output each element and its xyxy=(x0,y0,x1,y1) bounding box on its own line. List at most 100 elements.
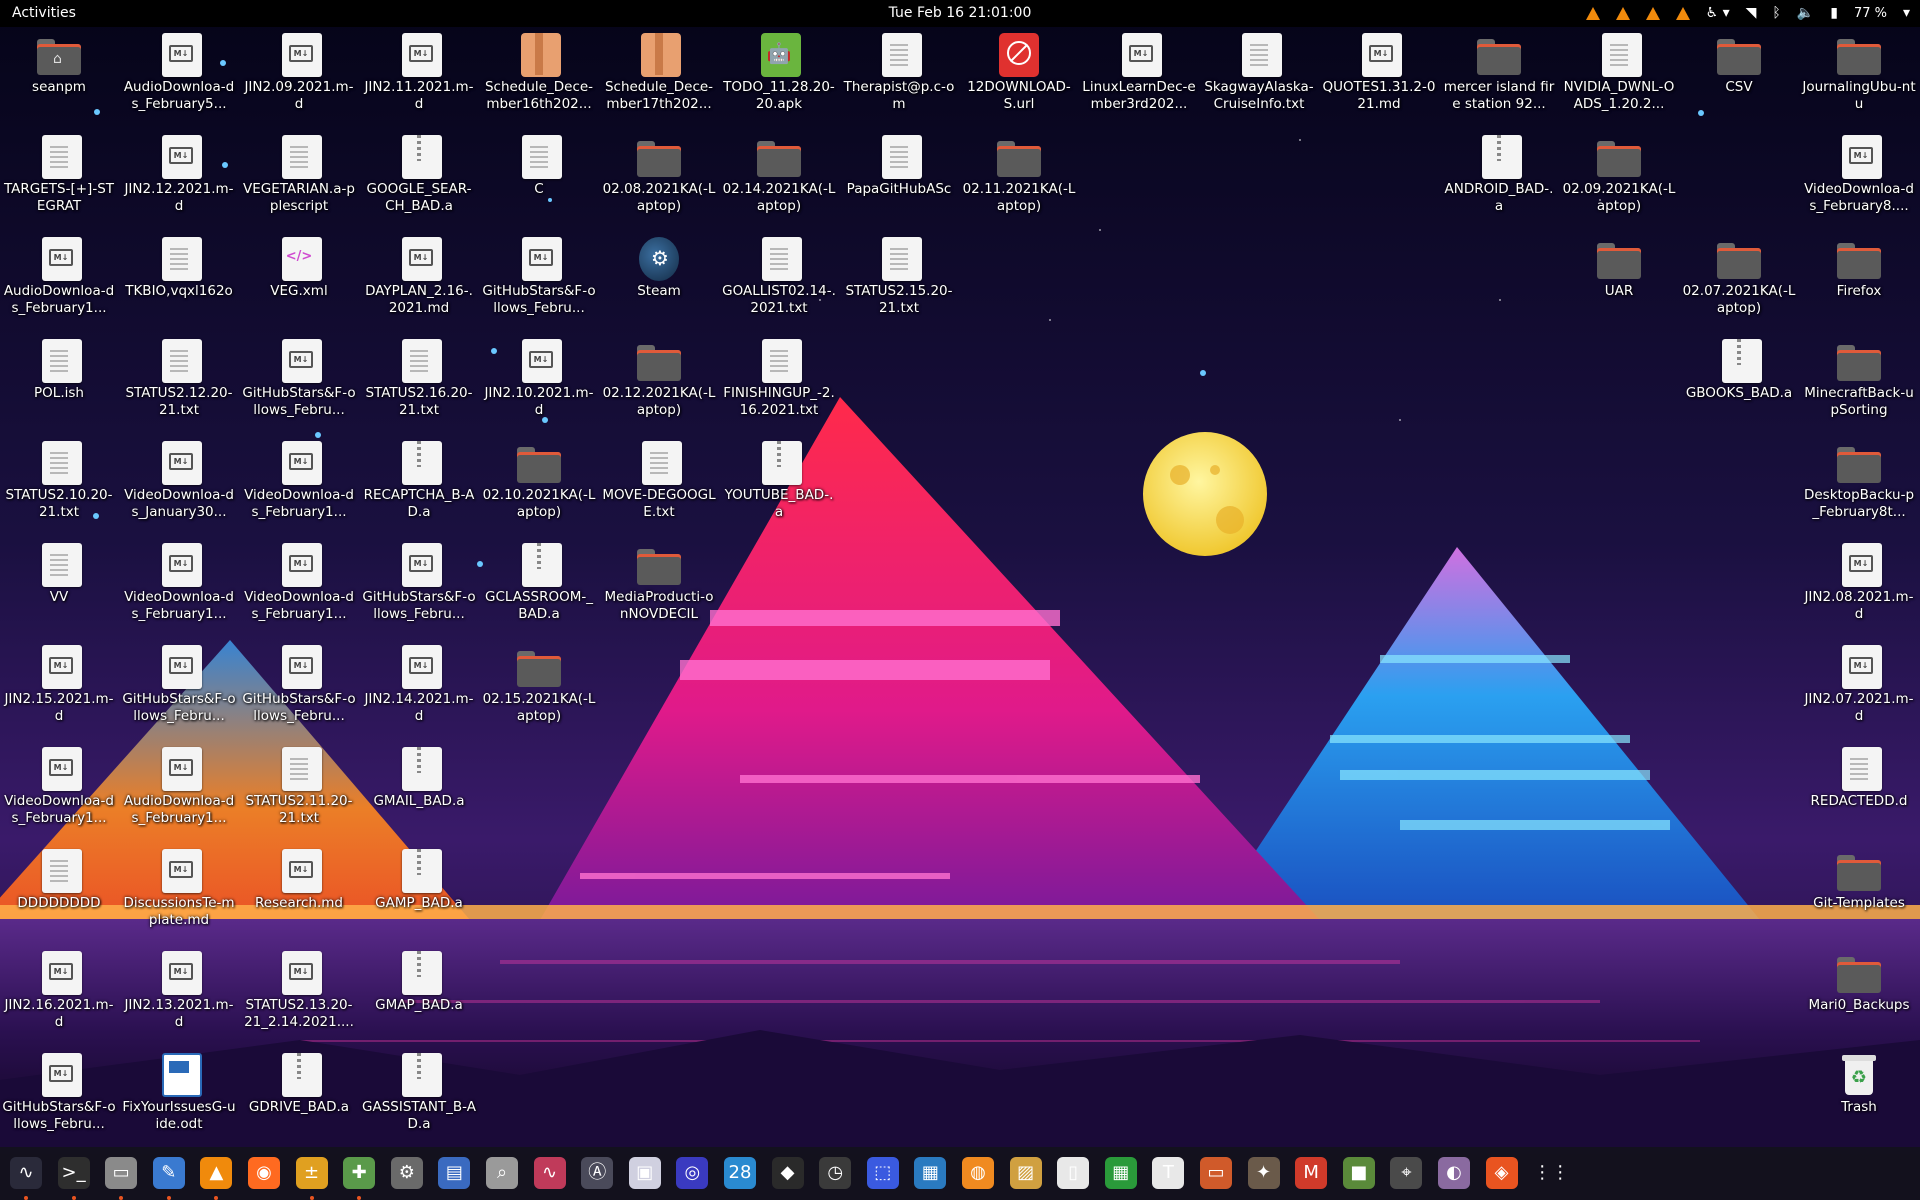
desktop-icon[interactable]: GCLASSROOM-_BAD.a xyxy=(482,537,596,639)
dock-item-blender[interactable]: ◍ xyxy=(958,1153,998,1193)
desktop-icon[interactable]: 02.11.2021KA(-Laptop) xyxy=(962,129,1076,231)
dock-item-terminal[interactable]: >_ xyxy=(54,1153,94,1200)
desktop-icon[interactable]: GAMP_BAD.a xyxy=(362,843,476,945)
desktop-icon[interactable]: STATUS2.15.20-21.txt xyxy=(842,231,956,333)
dock-item-vlc[interactable]: ▲ xyxy=(196,1153,236,1200)
desktop-icon[interactable]: 02.12.2021KA(-Laptop) xyxy=(602,333,716,435)
desktop-icon[interactable]: Schedule_Dece-mber17th202... xyxy=(602,27,716,129)
dock-item-virtualbox[interactable]: ▦ xyxy=(910,1153,950,1193)
desktop-icon[interactable]: POL.ish xyxy=(2,333,116,435)
desktop-icon[interactable]: M↓ VideoDownloa-ds_February1... xyxy=(122,537,236,639)
desktop-icon[interactable]: M↓ STATUS2.13.20-21_2.14.2021.... xyxy=(242,945,356,1047)
battery-icon[interactable]: ▮ xyxy=(1830,0,1838,27)
desktop-icon[interactable]: MediaProducti-onNOVDECIL xyxy=(602,537,716,639)
dock-item-settings[interactable]: ⚙ xyxy=(387,1153,427,1193)
desktop-icon[interactable]: DDDDDDDD xyxy=(2,843,116,945)
desktop-icon[interactable]: M↓ LinuxLearnDec-ember3rd202... xyxy=(1082,27,1196,129)
dock-item-screenshot[interactable]: ⬚ xyxy=(863,1153,903,1193)
desktop-icon[interactable]: VEGETARIAN.a-pplescript xyxy=(242,129,356,231)
wifi-icon[interactable]: ◥ xyxy=(1746,0,1757,27)
desktop-icon[interactable]: M↓ JIN2.12.2021.m-d xyxy=(122,129,236,231)
desktop-icon[interactable]: SkagwayAlaska-CruiseInfo.txt xyxy=(1202,27,1316,129)
desktop-icon[interactable]: VV xyxy=(2,537,116,639)
dock-item-spreadsheet[interactable]: ▦ xyxy=(1101,1153,1141,1193)
desktop-icon[interactable]: GASSISTANT_B-AD.a xyxy=(362,1047,476,1149)
dock-item-typora[interactable]: T xyxy=(1148,1153,1188,1193)
desktop-icon[interactable]: M↓ GitHubStars&F-ollows_Febru... xyxy=(242,639,356,741)
desktop-icon[interactable]: Mari0_Backups xyxy=(1802,945,1916,1047)
dock-item-document[interactable]: ▯ xyxy=(1053,1153,1093,1193)
accessibility-icon[interactable]: ♿ ▾ xyxy=(1706,0,1730,27)
desktop-icon[interactable]: M↓ JIN2.08.2021.m-d xyxy=(1802,537,1916,639)
desktop-icon[interactable]: M↓ JIN2.15.2021.m-d xyxy=(2,639,116,741)
desktop-icon[interactable]: M↓ JIN2.10.2021.m-d xyxy=(482,333,596,435)
system-tray[interactable]: ♿ ▾ ◥ ᛒ 🔈 ▮ 77 % ▾ xyxy=(1585,0,1910,27)
desktop-icon[interactable]: MinecraftBack-upSorting xyxy=(1802,333,1916,435)
dock-item-search[interactable]: ⌕ xyxy=(482,1153,522,1193)
desktop-icon[interactable]: 02.09.2021KA(-Laptop) xyxy=(1562,129,1676,231)
desktop-icon[interactable]: M↓ AudioDownloa-ds_February5... xyxy=(122,27,236,129)
vlc-icon[interactable] xyxy=(1645,7,1660,20)
desktop-icon[interactable]: STATUS2.10.20-21.txt xyxy=(2,435,116,537)
dock-item-text-editor[interactable]: ✎ xyxy=(149,1153,189,1200)
desktop-icon[interactable]: M↓ AudioDownloa-ds_February1... xyxy=(2,231,116,333)
desktop-icon[interactable]: M↓ QUOTES1.31.2-021.md xyxy=(1322,27,1436,129)
dock-item-files[interactable]: ▭ xyxy=(101,1153,141,1200)
clock-button[interactable]: Tue Feb 16 21:01:00 xyxy=(889,5,1032,21)
desktop-icon[interactable]: GBOOKS_BAD.a xyxy=(1682,333,1796,435)
desktop-icon[interactable]: FINISHINGUP_-2.16.2021.txt xyxy=(722,333,836,435)
desktop-icon[interactable]: FixYourIssuesG-uide.odt xyxy=(122,1047,236,1149)
desktop-icon[interactable]: GMAP_BAD.a xyxy=(362,945,476,1047)
vlc-icon[interactable] xyxy=(1585,7,1600,20)
desktop-icon[interactable]: ♻ Trash xyxy=(1802,1047,1916,1149)
dock-item-tweaks[interactable]: ◐ xyxy=(1434,1153,1474,1193)
desktop-icon[interactable]: 02.15.2021KA(-Laptop) xyxy=(482,639,596,741)
desktop-icon[interactable]: GOALLIST02.14-.2021.txt xyxy=(722,231,836,333)
desktop-icon[interactable]: GDRIVE_BAD.a xyxy=(242,1047,356,1149)
desktop-icon[interactable]: M↓ GitHubStars&F-ollows_Febru... xyxy=(2,1047,116,1149)
desktop-icon[interactable]: M↓ DiscussionsTe-mplate.md xyxy=(122,843,236,945)
desktop-icon[interactable]: 🤖 TODO_11.28.20-20.apk xyxy=(722,27,836,129)
desktop-icon[interactable]: 02.14.2021KA(-Laptop) xyxy=(722,129,836,231)
desktop-icon[interactable]: JournalingUbu-ntu xyxy=(1802,27,1916,129)
desktop-icon[interactable]: Schedule_Dece-mber16th202... xyxy=(482,27,596,129)
dock-item-calendar[interactable]: 28 xyxy=(720,1153,760,1193)
dock-item-inkscape[interactable]: ◆ xyxy=(768,1153,808,1193)
desktop-icon[interactable]: M↓ JIN2.11.2021.m-d xyxy=(362,27,476,129)
dock-item-system-monitor[interactable]: ∿ xyxy=(6,1153,46,1200)
dock-item-document-viewer[interactable]: ▤ xyxy=(434,1153,474,1193)
desktop-icon[interactable]: YOUTUBE_BAD-.a xyxy=(722,435,836,537)
desktop-icon[interactable]: 12DOWNLOAD-S.url xyxy=(962,27,1076,129)
dock-item-maps[interactable]: ⌖ xyxy=(1386,1153,1426,1193)
desktop-icon[interactable]: TARGETS-[+]-STEGRAT xyxy=(2,129,116,231)
desktop-icon[interactable]: M↓ VideoDownloa-ds_February1... xyxy=(242,435,356,537)
desktop-icon[interactable]: CSV xyxy=(1682,27,1796,129)
desktop-icon[interactable]: M↓ VideoDownloa-ds_February8.... xyxy=(1802,129,1916,231)
volume-icon[interactable]: 🔈 xyxy=(1797,0,1814,27)
dock-item-ubuntu-software[interactable]: ◈ xyxy=(1482,1153,1522,1193)
desktop-icon[interactable]: ⚙ Steam xyxy=(602,231,716,333)
desktop-icon[interactable]: Therapist@p.c-om xyxy=(842,27,956,129)
desktop-icon[interactable]: M↓ AudioDownloa-ds_February1... xyxy=(122,741,236,843)
desktop-icon[interactable]: RECAPTCHA_B-AD.a xyxy=(362,435,476,537)
desktop-icon[interactable]: NVIDIA_DWNL-OADS_1.20.2... xyxy=(1562,27,1676,129)
desktop-icon[interactable]: GOOGLE_SEAR-CH_BAD.a xyxy=(362,129,476,231)
dock-item-firefox[interactable]: ◉ xyxy=(244,1153,284,1193)
system-menu-icon[interactable]: ▾ xyxy=(1903,0,1910,27)
desktop-icon[interactable]: UAR xyxy=(1562,231,1676,333)
desktop-icon[interactable]: C xyxy=(482,129,596,231)
desktop-icon[interactable]: TKBIO,vqxl162o xyxy=(122,231,236,333)
desktop-icon[interactable]: M↓ DAYPLAN_2.16-.2021.md xyxy=(362,231,476,333)
dock-item-puzzle[interactable]: ✚ xyxy=(339,1153,379,1200)
desktop-icon[interactable]: STATUS2.16.20-21.txt xyxy=(362,333,476,435)
dock-item-audio-wave[interactable]: ∿ xyxy=(530,1153,570,1193)
dock-item-scanner[interactable]: ◎ xyxy=(672,1153,712,1193)
desktop-icon[interactable]: STATUS2.11.20-21.txt xyxy=(242,741,356,843)
desktop-icon[interactable]: Git-Templates xyxy=(1802,843,1916,945)
dock-item-calculator[interactable]: ± xyxy=(292,1153,332,1200)
desktop-icon[interactable]: M↓ GitHubStars&F-ollows_Febru... xyxy=(362,537,476,639)
desktop-icon[interactable]: Firefox xyxy=(1802,231,1916,333)
dock-item-presentation[interactable]: ▭ xyxy=(1196,1153,1236,1193)
dock-item-gimp[interactable]: ✦ xyxy=(1244,1153,1284,1193)
desktop-icon[interactable]: MOVE-DEGOOGLE.txt xyxy=(602,435,716,537)
